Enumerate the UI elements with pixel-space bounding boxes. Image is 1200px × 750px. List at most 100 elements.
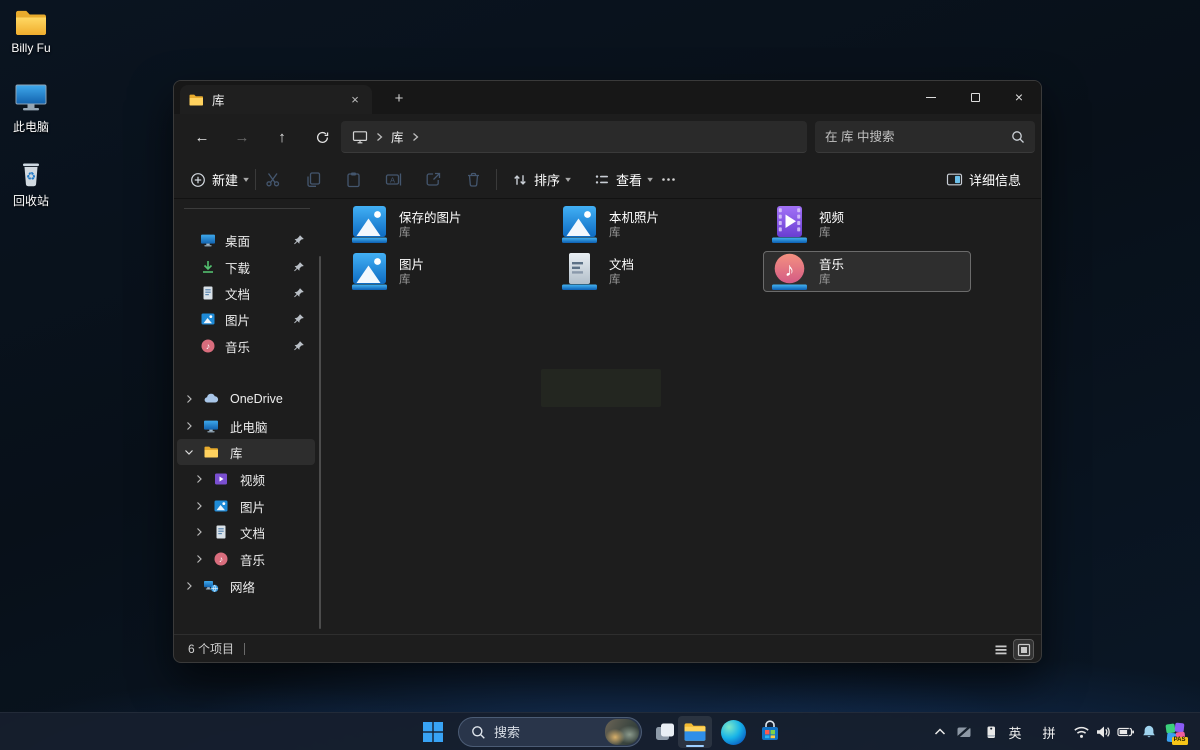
tray-slashed-device-icon[interactable] [952,716,976,748]
speaker-icon [1095,724,1111,740]
sidebar-item-documents[interactable]: 文档 [177,280,315,306]
sidebar-item-label: 图片 [225,310,250,329]
sort-button[interactable]: 排序 ▾ [504,164,578,195]
tray-phone-icon[interactable] [980,716,1002,748]
sidebar-item-documents-library[interactable]: 文档 [177,519,315,545]
pin-icon [293,234,305,246]
battery-button[interactable] [1114,716,1138,748]
search-input[interactable] [815,130,1011,144]
minimize-icon [926,97,936,98]
plus-circle-icon [190,172,206,188]
sidebar-item-pictures[interactable]: 图片 [177,306,315,332]
sidebar-item-onedrive[interactable]: OneDrive [177,386,315,412]
back-button[interactable]: ← [186,121,218,153]
chevron-right-icon[interactable] [194,501,204,511]
sidebar-item-videos-library[interactable]: 视频 [177,466,315,492]
desktop-icon-billy-fu[interactable]: Billy Fu [0,8,62,55]
picture-library-icon [559,205,599,245]
music-icon: ♪ [200,338,216,354]
desktop-icon-recycle-bin[interactable]: ♻ 回收站 [0,157,62,209]
chevron-right-icon[interactable] [184,421,194,431]
sidebar-item-desktop[interactable]: 桌面 [177,227,315,253]
breadcrumb[interactable]: 库 [341,121,807,153]
music-icon: ♪ [213,551,229,567]
sidebar-item-label: 文档 [240,523,265,542]
chevron-right-icon[interactable] [194,554,204,564]
file-item-documents[interactable]: 文档库 [553,251,761,292]
desktop-icon-label: 回收站 [0,192,62,209]
task-view-button[interactable] [648,716,682,748]
edge-button[interactable] [716,716,750,748]
minimize-button[interactable] [909,81,953,113]
chevron-right-icon[interactable] [184,394,194,404]
chevron-right-icon[interactable] [194,474,204,484]
store-button[interactable] [753,716,787,748]
sidebar-scrollbar[interactable] [319,256,321,629]
wifi-button[interactable] [1070,716,1092,748]
colorful-app-tray-button[interactable]: PAS [1160,716,1190,748]
desktop-root-icon[interactable] [352,129,368,145]
refresh-button[interactable] [306,121,338,153]
tab-libraries[interactable]: 库 × [180,85,372,114]
sidebar-item-label: 视频 [240,470,265,489]
sidebar-item-music[interactable]: ♪ 音乐 [177,333,315,359]
file-item-videos[interactable]: 视频库 [763,204,971,245]
file-item-saved-pictures[interactable]: 保存的图片库 [343,204,551,245]
list-view-toggle[interactable] [991,640,1010,659]
search-icon[interactable] [1011,130,1025,144]
sidebar-item-music-library[interactable]: ♪ 音乐 [177,546,315,572]
maximize-button[interactable] [953,81,997,113]
this-pc-monitor-icon [203,418,219,434]
file-item-camera-roll[interactable]: 本机照片库 [553,204,761,245]
sort-button-label: 排序 [534,170,560,189]
chevron-right-icon[interactable] [411,132,420,142]
sidebar-item-downloads[interactable]: 下载 [177,254,315,280]
search-highlight-image[interactable] [605,719,639,745]
notifications-button[interactable] [1138,716,1160,748]
start-button[interactable] [416,716,450,748]
chevron-down-icon[interactable] [184,447,194,457]
chevron-right-icon[interactable] [194,527,204,537]
sidebar-item-pictures-library[interactable]: 图片 [177,493,315,519]
new-button[interactable]: 新建 ▾ [182,164,256,195]
ime-pinyin-label: 拼 [1042,723,1055,742]
forward-button[interactable]: → [226,121,258,153]
tray-overflow-button[interactable] [930,716,950,748]
ime-pinyin-indicator[interactable]: 拼 [1038,716,1060,748]
delete-button [457,164,489,195]
up-button[interactable]: ↑ [266,121,298,153]
desktop-icon-this-pc[interactable]: 此电脑 [0,83,62,135]
sidebar-item-network[interactable]: 网络 [177,573,315,599]
file-explorer-icon [683,721,707,743]
trash-icon [465,171,482,188]
ime-latin-indicator[interactable]: 英 [1004,716,1026,748]
svg-text:♪: ♪ [219,554,223,564]
breadcrumb-item-libraries[interactable]: 库 [391,127,404,146]
search-box[interactable] [815,121,1035,153]
chevron-right-icon[interactable] [184,581,194,591]
taskbar-search-input[interactable] [486,725,605,740]
picture-library-icon [349,252,389,292]
more-options-button[interactable] [652,164,684,195]
close-button[interactable]: × [997,81,1041,113]
file-item-music[interactable]: ♪ 音乐库 [763,251,971,292]
tab-close-icon[interactable]: × [346,91,364,109]
view-button[interactable]: 查看 ▾ [586,164,660,195]
file-type: 库 [819,226,844,240]
windows-logo-icon [422,721,444,743]
sidebar-item-this-pc[interactable]: 此电脑 [177,413,315,439]
large-icons-view-toggle[interactable] [1014,640,1033,659]
file-item-pictures[interactable]: 图片库 [343,251,551,292]
folder-icon [188,92,204,108]
volume-button[interactable] [1092,716,1114,748]
pin-icon [293,287,305,299]
sidebar-item-libraries[interactable]: 库 [177,439,315,465]
details-pane-button[interactable]: 详细信息 [938,164,1029,195]
file-name: 图片 [399,257,424,273]
file-type: 库 [609,273,634,287]
file-type: 库 [819,273,844,287]
file-explorer-button[interactable] [678,716,712,748]
new-tab-button[interactable]: + [388,87,410,109]
copy-icon [305,171,322,188]
taskbar-search-box[interactable] [458,717,642,747]
